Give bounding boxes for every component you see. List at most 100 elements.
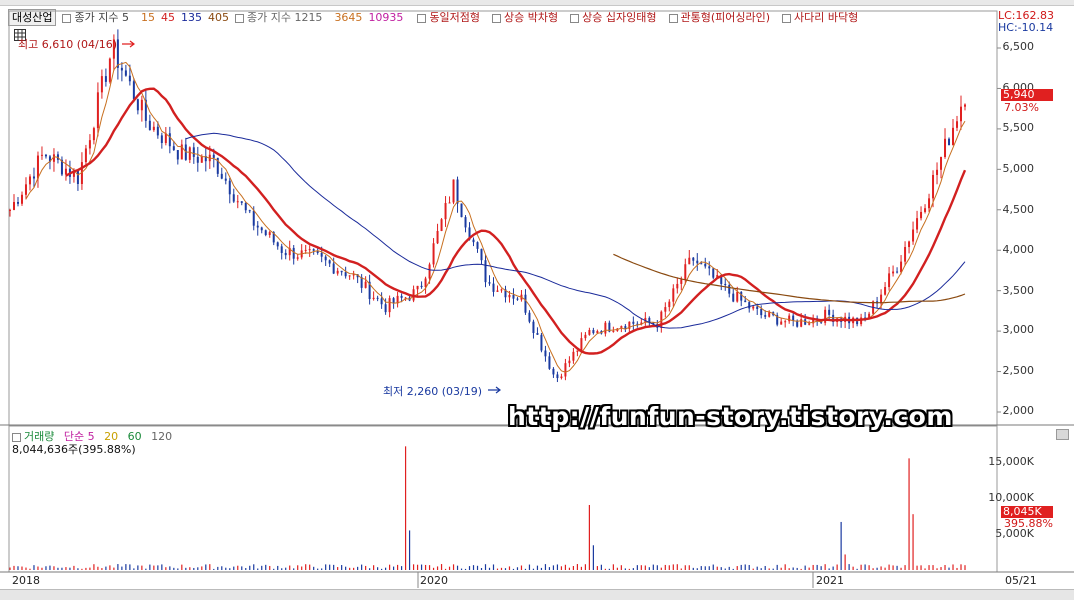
volume-bar	[844, 554, 846, 570]
volume-bar	[880, 566, 882, 570]
candle-body	[120, 67, 123, 71]
volume-bar	[868, 565, 870, 570]
volume-bar	[936, 568, 938, 570]
x-label-2020: 2020	[420, 574, 448, 587]
volume-bar	[832, 566, 834, 570]
volume-bar	[21, 566, 23, 570]
volume-current: 8,044,636주(395.88%)	[12, 443, 136, 456]
candle-body	[904, 247, 907, 262]
volume-bar	[169, 566, 171, 570]
volume-bar	[872, 568, 874, 570]
candle-body	[964, 104, 966, 107]
current-price-badge: 5,940	[1001, 89, 1053, 101]
volume-bar	[73, 565, 75, 570]
volume-bar	[900, 567, 902, 570]
candle-body	[748, 302, 751, 309]
volume-bar	[125, 564, 127, 570]
volume-bar	[956, 567, 958, 570]
candle-body	[900, 261, 903, 273]
candle-body	[428, 264, 431, 279]
volume-bar	[229, 568, 231, 570]
candle-body	[212, 154, 215, 158]
volume-bar	[656, 565, 658, 570]
candle-body	[324, 256, 327, 261]
candle-body	[512, 295, 515, 299]
volume-bar	[424, 564, 427, 570]
candle-body	[312, 249, 315, 251]
candle-body	[64, 168, 67, 175]
candle-body	[564, 363, 567, 377]
bottom-scrollbar[interactable]	[0, 589, 1074, 600]
volume-bar	[500, 567, 503, 570]
candle-body	[960, 106, 963, 122]
volume-bar	[712, 564, 714, 570]
candle-body	[332, 263, 335, 274]
volume-bar	[716, 566, 718, 570]
volume-bar	[532, 568, 535, 570]
volume-bar	[640, 565, 642, 570]
candle-body	[176, 149, 179, 160]
volume-bar	[428, 565, 431, 570]
volume-bar	[373, 565, 375, 570]
volume-bar	[353, 567, 355, 570]
candle-body	[696, 260, 699, 264]
volume-bar	[269, 565, 271, 570]
volume-bar	[904, 565, 906, 570]
candle-body	[328, 260, 331, 264]
volume-bar	[888, 564, 890, 570]
volume-bar	[704, 566, 706, 570]
candle-body	[168, 133, 171, 147]
candle-body	[760, 309, 763, 316]
volume-bar	[313, 566, 315, 570]
volume-ma-120: 120	[151, 430, 173, 443]
volume-bar	[564, 564, 567, 570]
candle-body	[668, 301, 671, 308]
volume-bar	[109, 565, 111, 570]
volume-bar	[400, 566, 403, 570]
volume-bar	[644, 565, 646, 570]
candle-body	[592, 330, 595, 334]
volume-bar	[408, 530, 411, 570]
candle-body	[224, 178, 227, 181]
candle-body	[472, 239, 475, 243]
volume-bar	[349, 567, 351, 570]
volume-bar	[53, 566, 55, 570]
candle-body	[676, 283, 679, 289]
candle-body	[488, 282, 491, 284]
candle-body	[908, 241, 911, 248]
candle-body	[612, 330, 615, 332]
candle-body	[672, 288, 675, 302]
volume-bar	[309, 564, 311, 570]
candle-body	[344, 272, 347, 277]
volume-bar	[540, 567, 543, 570]
candle-body	[400, 295, 403, 298]
volume-bar	[896, 565, 898, 570]
candle-body	[500, 289, 503, 291]
y-tick: 3,000	[1002, 323, 1035, 336]
volume-bar	[760, 568, 762, 570]
volume-bar	[237, 565, 239, 570]
volume-bar	[29, 568, 31, 570]
volume-bar	[265, 564, 267, 570]
volume-bar	[385, 567, 387, 570]
candle-body	[280, 246, 283, 253]
candle-body	[684, 264, 687, 280]
volume-bar	[345, 566, 347, 570]
candle-body	[540, 334, 543, 351]
candle-body	[376, 297, 379, 299]
candle-body	[9, 209, 11, 211]
candle-body	[752, 306, 755, 309]
volume-bar	[448, 566, 451, 570]
candle-body	[708, 266, 711, 269]
panel-scroll-icon[interactable]	[1056, 429, 1069, 440]
volume-bar	[840, 521, 842, 570]
stock-chart-svg	[0, 10, 1074, 588]
volume-bar	[201, 566, 203, 570]
volume-bar	[660, 567, 662, 570]
volume-bar	[692, 567, 694, 570]
volume-bar	[516, 567, 519, 570]
candle-body	[460, 203, 463, 218]
volume-bar	[389, 564, 391, 570]
volume-bar	[508, 566, 511, 570]
candle-body	[944, 138, 947, 158]
